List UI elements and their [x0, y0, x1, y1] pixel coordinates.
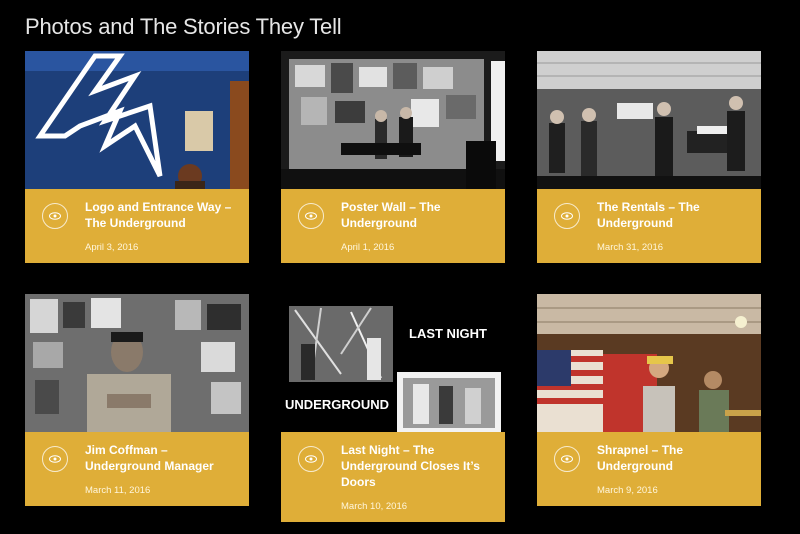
view-button[interactable]: [42, 446, 68, 472]
view-button[interactable]: [298, 446, 324, 472]
post-title-link[interactable]: The Rentals – The Underground: [597, 199, 757, 231]
post-card-last-night[interactable]: LAST NIGHT UNDERGROUND Last Night – The …: [281, 294, 505, 522]
post-title-link[interactable]: Jim Coffman – Underground Manager: [85, 442, 245, 474]
post-date: March 10, 2016: [341, 501, 408, 512]
post-photo[interactable]: [537, 294, 761, 432]
post-card-poster-wall[interactable]: Poster Wall – The Underground April 1, 2…: [281, 51, 505, 263]
post-caption: Logo and Entrance Way – The Underground …: [25, 189, 249, 263]
post-photo[interactable]: [25, 294, 249, 432]
post-caption: Last Night – The Underground Closes It’s…: [281, 432, 505, 522]
view-button[interactable]: [554, 203, 580, 229]
post-card-the-rentals[interactable]: The Rentals – The Underground March 31, …: [537, 51, 761, 263]
post-caption: Jim Coffman – Underground Manager March …: [25, 432, 249, 506]
post-photo[interactable]: LAST NIGHT UNDERGROUND: [281, 294, 505, 432]
post-title-link[interactable]: Shrapnel – The Underground: [597, 442, 757, 474]
post-photo[interactable]: [537, 51, 761, 189]
post-photo[interactable]: [281, 51, 505, 189]
post-date: April 1, 2016: [341, 242, 395, 253]
eye-icon: [49, 455, 61, 463]
post-caption: The Rentals – The Underground March 31, …: [537, 189, 761, 263]
page-title: Photos and The Stories They Tell: [25, 14, 342, 39]
view-button[interactable]: [298, 203, 324, 229]
eye-icon: [561, 455, 573, 463]
post-card-shrapnel[interactable]: Shrapnel – The Underground March 9, 2016: [537, 294, 761, 506]
post-date: March 31, 2016: [597, 242, 664, 253]
post-date: March 9, 2016: [597, 485, 658, 496]
image-caption-top: LAST NIGHT: [409, 326, 487, 341]
post-card-logo-entrance[interactable]: Logo and Entrance Way – The Underground …: [25, 51, 249, 263]
post-caption: Shrapnel – The Underground March 9, 2016: [537, 432, 761, 506]
post-title-link[interactable]: Poster Wall – The Underground: [341, 199, 501, 231]
view-button[interactable]: [42, 203, 68, 229]
eye-icon: [49, 212, 61, 220]
post-date: March 11, 2016: [85, 485, 151, 496]
image-caption-bottom: UNDERGROUND: [285, 397, 389, 412]
eye-icon: [305, 455, 317, 463]
post-title-link[interactable]: Logo and Entrance Way – The Underground: [85, 199, 245, 231]
post-date: April 3, 2016: [85, 242, 139, 253]
eye-icon: [561, 212, 573, 220]
eye-icon: [305, 212, 317, 220]
post-title-link[interactable]: Last Night – The Underground Closes It’s…: [341, 442, 501, 490]
post-photo[interactable]: [25, 51, 249, 189]
view-button[interactable]: [554, 446, 580, 472]
post-caption: Poster Wall – The Underground April 1, 2…: [281, 189, 505, 263]
post-card-jim-coffman[interactable]: Jim Coffman – Underground Manager March …: [25, 294, 249, 506]
